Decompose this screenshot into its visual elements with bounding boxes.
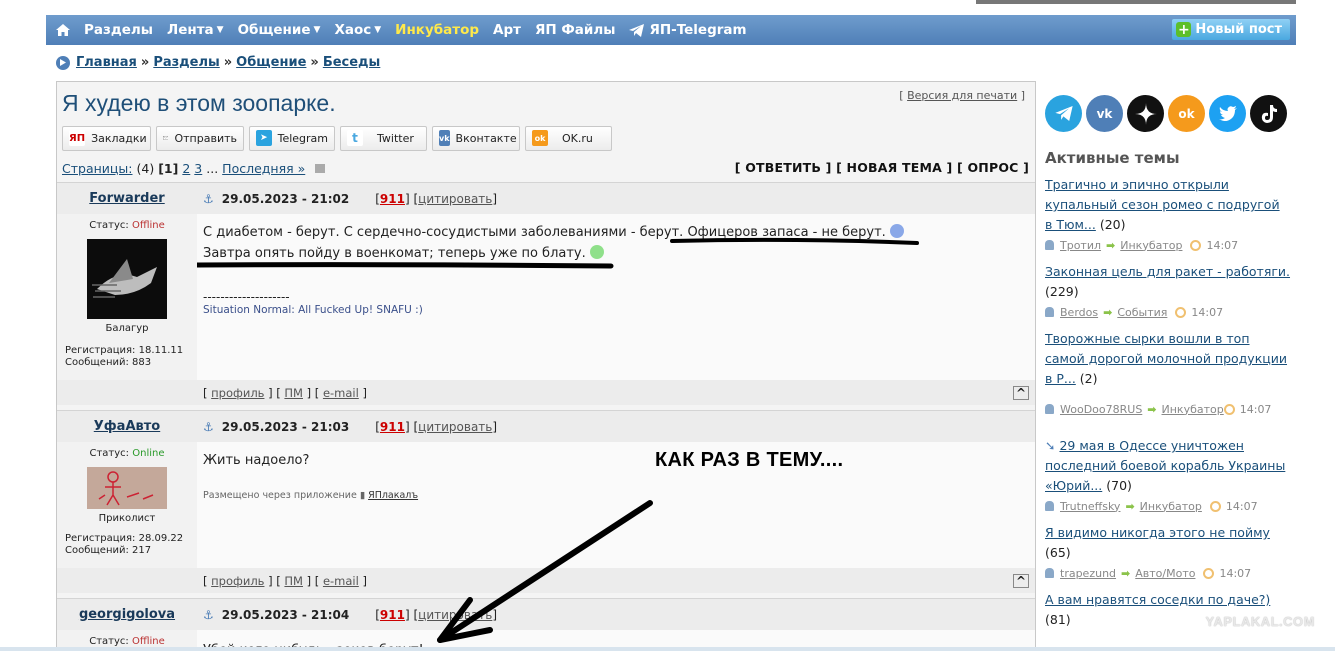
bottom-line <box>0 647 1335 651</box>
annotation-arrow <box>437 500 653 643</box>
watermark: YAPLAKAL.COM <box>1205 614 1315 629</box>
